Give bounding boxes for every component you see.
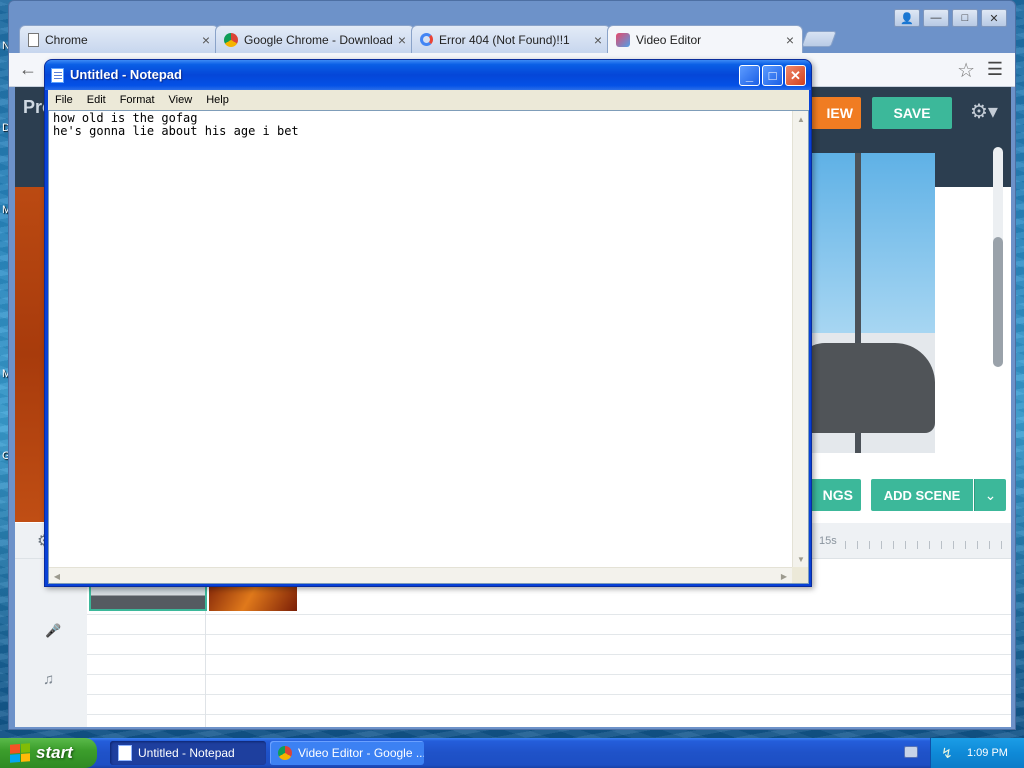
taskbar-item-label: Video Editor - Google ... — [298, 746, 424, 760]
network-icon[interactable]: ↯ — [941, 745, 953, 762]
maximize-icon[interactable]: □ — [762, 65, 783, 86]
tab-close-icon[interactable]: × — [786, 32, 794, 48]
save-button[interactable]: SAVE — [872, 97, 952, 129]
video-editor-icon — [616, 32, 630, 47]
minimize-icon[interactable]: _ — [739, 65, 760, 86]
tab-close-icon[interactable]: × — [202, 32, 210, 48]
google-icon — [420, 33, 433, 46]
chrome-icon — [224, 32, 238, 47]
add-scene-button[interactable]: ADD SCENE — [871, 479, 973, 511]
taskbar-item-notepad[interactable]: Untitled - Notepad — [110, 741, 266, 765]
windows-logo-icon — [10, 743, 30, 763]
horizontal-scrollbar[interactable]: ◀ ▶ — [49, 567, 792, 583]
tab-error-404[interactable]: Error 404 (Not Found)!!1 × — [411, 25, 611, 53]
music-track-sub[interactable] — [87, 695, 1011, 715]
sofa-graphic — [795, 343, 935, 433]
tab-chrome-download[interactable]: Google Chrome - Download t × — [215, 25, 415, 53]
music-note-icon: ♫ — [43, 671, 55, 688]
notepad-titlebar[interactable]: Untitled - Notepad _ □ ✕ — [45, 60, 811, 90]
taskbar-item-video-editor[interactable]: Video Editor - Google ... — [270, 741, 424, 765]
menu-edit[interactable]: Edit — [80, 94, 113, 106]
scroll-down-arrow-icon[interactable]: ▼ — [793, 551, 809, 567]
start-label: start — [36, 743, 73, 762]
new-tab-button[interactable] — [801, 31, 837, 47]
keyboard-icon[interactable] — [904, 746, 918, 758]
voice-track-sub[interactable] — [87, 635, 1011, 655]
chrome-icon — [278, 746, 292, 760]
menu-file[interactable]: File — [48, 94, 80, 106]
tab-close-icon[interactable]: × — [594, 32, 602, 48]
settings-button[interactable]: NGS — [805, 479, 861, 511]
music-track[interactable] — [87, 655, 1011, 675]
tab-strip: Chrome × Google Chrome - Download t × Er… — [9, 25, 1015, 53]
preview-button[interactable]: IEW — [805, 97, 861, 129]
tab-label: Chrome — [45, 32, 88, 47]
vertical-scrollbar[interactable]: ▲ ▼ — [792, 111, 808, 567]
menu-view[interactable]: View — [162, 94, 200, 106]
notepad-content[interactable]: how old is the gofag he's gonna lie abou… — [53, 112, 783, 138]
tab-label: Google Chrome - Download t — [244, 32, 392, 47]
page-icon — [28, 32, 39, 47]
notepad-menubar: File Edit Format View Help — [48, 90, 809, 110]
system-tray: ↯ 1:09 PM — [930, 738, 1024, 768]
menu-format[interactable]: Format — [113, 94, 162, 106]
notepad-title: Untitled - Notepad — [70, 67, 182, 82]
start-button[interactable]: start — [0, 738, 97, 768]
scroll-up-arrow-icon[interactable]: ▲ — [793, 111, 809, 127]
bookmark-star-icon[interactable]: ☆ — [957, 58, 975, 83]
notepad-app-icon[interactable] — [51, 68, 64, 83]
taskbar-item-label: Untitled - Notepad — [138, 746, 235, 760]
microphone-icon: 🎤 — [45, 623, 62, 638]
gear-icon[interactable]: ⚙▾ — [970, 99, 998, 124]
notepad-window: Untitled - Notepad _ □ ✕ File Edit Forma… — [44, 59, 812, 587]
notepad-text-area[interactable]: how old is the gofag he's gonna lie abou… — [48, 110, 809, 584]
tab-close-icon[interactable]: × — [398, 32, 406, 48]
music-track-sub[interactable] — [87, 675, 1011, 695]
chrome-menu-icon[interactable]: ☰ — [987, 59, 1003, 80]
scrollbar-thumb[interactable] — [993, 237, 1003, 367]
menu-help[interactable]: Help — [199, 94, 236, 106]
tab-label: Video Editor — [636, 32, 702, 47]
stage-scrollbar[interactable] — [993, 147, 1003, 367]
timeline-ruler[interactable] — [845, 541, 1005, 549]
back-arrow-icon[interactable]: ← — [19, 59, 37, 80]
tab-chrome[interactable]: Chrome × — [19, 25, 219, 53]
resize-grip[interactable] — [792, 567, 808, 583]
scroll-right-arrow-icon[interactable]: ▶ — [776, 568, 792, 584]
scene-thumbnail-strip[interactable] — [15, 187, 47, 522]
scene-preview-canvas[interactable] — [795, 153, 935, 453]
chevron-down-icon[interactable]: ⌄ — [974, 479, 1006, 511]
scroll-left-arrow-icon[interactable]: ◀ — [49, 568, 65, 584]
taskbar: start Untitled - Notepad Video Editor - … — [0, 738, 1024, 768]
clock[interactable]: 1:09 PM — [967, 747, 1008, 759]
tab-label: Error 404 (Not Found)!!1 — [439, 32, 570, 47]
voice-track[interactable] — [87, 615, 1011, 635]
notepad-icon — [118, 745, 132, 761]
timeline-time-label: 15s — [819, 535, 837, 547]
close-icon[interactable]: ✕ — [785, 65, 806, 86]
tab-video-editor[interactable]: Video Editor × — [607, 25, 803, 53]
